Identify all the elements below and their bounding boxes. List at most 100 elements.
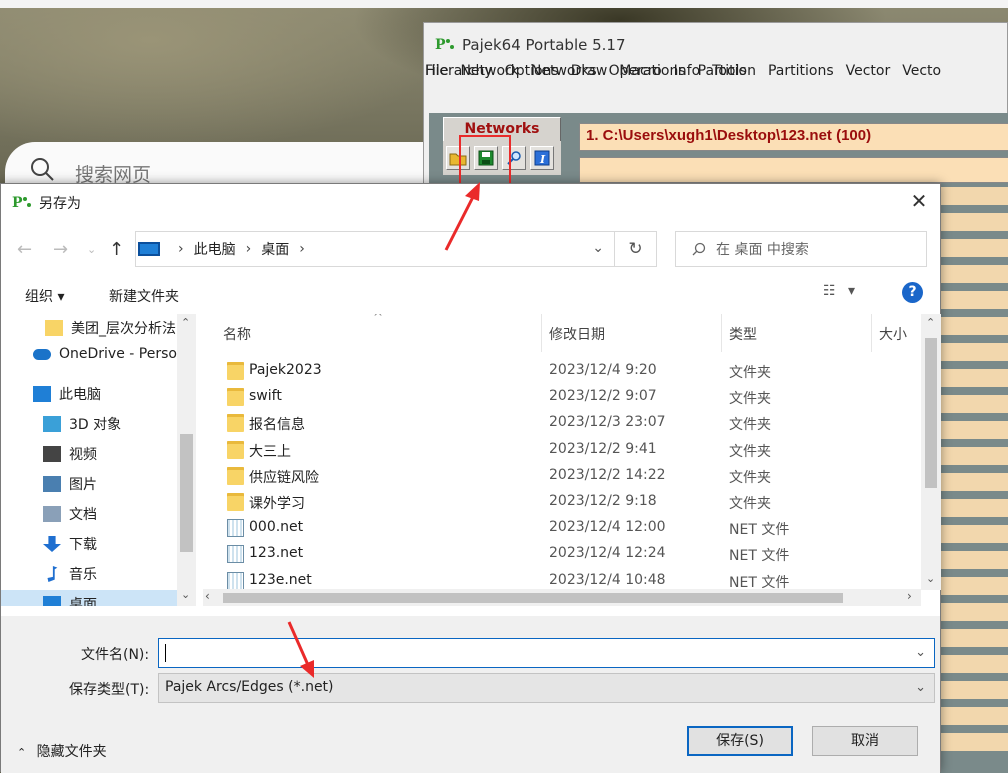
file-row[interactable]: 123.net 2023/12/4 12:24 NET 文件 — [203, 541, 921, 567]
file-modified: 2023/12/4 12:24 — [549, 545, 666, 562]
column-modified[interactable]: 修改日期 — [549, 324, 605, 344]
sidebar-item[interactable]: 桌面 — [1, 590, 177, 606]
filetype-select[interactable]: Pajek Arcs/Edges (*.net) ⌄ — [158, 673, 935, 703]
file-name: 123.net — [249, 545, 304, 562]
scroll-left-icon[interactable]: ‹ — [205, 589, 210, 603]
column-type[interactable]: 类型 — [729, 324, 757, 344]
filename-field[interactable]: ⌄ — [158, 638, 935, 668]
dialog-title: 另存为 — [39, 196, 81, 212]
file-list-hscroll-thumb[interactable] — [223, 593, 843, 603]
search-icon — [692, 242, 706, 256]
chevron-down-icon[interactable]: ⌄ — [592, 240, 604, 256]
file-name: 000.net — [249, 519, 304, 536]
organize-button[interactable]: 组织 ▾ — [25, 286, 64, 306]
sidebar-item[interactable]: 3D 对象 — [1, 410, 177, 438]
sidebar-item-label: 视频 — [69, 447, 97, 463]
file-row[interactable]: 大三上 2023/12/2 9:41 文件夹 — [203, 437, 921, 463]
picture-icon — [43, 476, 61, 492]
forward-arrow-icon[interactable]: → — [53, 239, 68, 260]
sidebar-item[interactable]: 文档 — [1, 500, 177, 528]
file-modified: 2023/12/2 9:07 — [549, 388, 657, 405]
pc-icon — [33, 386, 51, 402]
cancel-button[interactable]: 取消 — [812, 726, 918, 756]
sidebar-item[interactable]: 下载 — [1, 530, 177, 558]
pajek-menu-info[interactable]: Info — [673, 59, 708, 85]
top-edge — [0, 0, 1008, 8]
sidebar-item-label: 桌面 — [69, 597, 97, 606]
pajek-menu-macro[interactable]: Macro — [618, 59, 668, 85]
close-icon[interactable]: ✕ — [908, 191, 930, 213]
hide-folders-toggle[interactable]: ⌃ 隐藏文件夹 — [17, 741, 107, 761]
chevron-down-icon[interactable]: ⌄ — [915, 680, 926, 695]
column-size[interactable]: 大小 — [879, 324, 907, 344]
file-list-vscroll-thumb[interactable] — [925, 338, 937, 488]
pajek-title: Pajek64 Portable 5.17 — [462, 36, 626, 54]
sidebar-item[interactable]: 此电脑 — [1, 380, 177, 408]
network-select-field[interactable]: 1. C:\Users\xugh1\Desktop\123.net (100) — [579, 123, 1008, 151]
sidebar-item[interactable]: 音乐 — [1, 560, 177, 588]
chevron-down-icon[interactable]: ⌄ — [915, 645, 926, 660]
recent-dropdown-icon[interactable]: ⌄ — [87, 243, 96, 256]
file-row[interactable]: 课外学习 2023/12/2 9:18 文件夹 — [203, 489, 921, 515]
svg-text:I: I — [539, 153, 546, 166]
file-row[interactable]: 000.net 2023/12/4 12:00 NET 文件 — [203, 515, 921, 541]
file-name: Pajek2023 — [249, 362, 322, 378]
file-list-vscrollbar[interactable]: ⌃ ⌄ — [921, 314, 941, 590]
sidebar-item-label: 此电脑 — [59, 387, 101, 403]
scroll-down-icon[interactable]: ⌄ — [926, 572, 935, 585]
address-bar[interactable]: › 此电脑 › 桌面 › ⌄ — [135, 231, 615, 267]
svg-text:P: P — [12, 195, 23, 211]
sidebar-item[interactable]: OneDrive - Personal — [1, 340, 177, 368]
file-modified: 2023/12/3 23:07 — [549, 414, 666, 431]
scroll-up-icon[interactable]: ⌃ — [181, 316, 190, 329]
scroll-right-icon[interactable]: › — [907, 589, 912, 603]
save-button[interactable]: 保存(S) — [687, 726, 793, 756]
sidebar-item-label: OneDrive - Personal — [59, 346, 177, 362]
file-row[interactable]: 报名信息 2023/12/3 23:07 文件夹 — [203, 410, 921, 436]
file-modified: 2023/12/2 14:22 — [549, 466, 666, 483]
file-icon — [227, 571, 244, 590]
pajek-logo-icon: P — [12, 195, 31, 211]
pajek-striped-panel — [940, 187, 1008, 757]
scroll-down-icon[interactable]: ⌄ — [181, 588, 190, 601]
help-button[interactable]: ? — [902, 282, 923, 303]
file-modified: 2023/12/2 9:18 — [549, 493, 657, 509]
file-row[interactable]: 供应链风险 2023/12/2 14:22 文件夹 — [203, 463, 921, 489]
sidebar-item[interactable]: 图片 — [1, 470, 177, 498]
sidebar-scrollbar[interactable]: ⌃ ⌄ — [177, 314, 196, 606]
svg-text:P: P — [435, 37, 446, 53]
file-icon — [227, 545, 244, 564]
sidebar-item[interactable]: 视频 — [1, 440, 177, 468]
file-row[interactable]: swift 2023/12/2 9:07 文件夹 — [203, 384, 921, 410]
scroll-up-icon[interactable]: ⌃ — [926, 316, 935, 329]
file-row[interactable]: Pajek2023 2023/12/4 9:20 文件夹 — [203, 358, 921, 384]
sidebar-item-label: 音乐 — [69, 567, 97, 583]
view-options-button[interactable]: ☷ ▾ — [823, 283, 855, 299]
sidebar-scroll-thumb[interactable] — [180, 434, 193, 552]
file-name: 大三上 — [249, 443, 291, 460]
back-arrow-icon[interactable]: ← — [17, 239, 32, 260]
pajek-menu-tools[interactable]: Tools — [711, 59, 754, 85]
pajek-menu-draw[interactable]: Draw — [570, 59, 615, 85]
up-arrow-icon[interactable]: ↑ — [109, 239, 124, 260]
save-as-dialog: P 另存为 ✕ ← → ⌄ ↑ › 此电脑 › 桌面 › ⌄ ↻ 在 桌面 中搜… — [0, 183, 941, 773]
new-folder-button[interactable]: 新建文件夹 — [109, 286, 179, 306]
folder-icon — [45, 320, 63, 336]
sidebar-item[interactable]: 美团_层次分析法 — [1, 314, 177, 342]
network-select-field-2[interactable] — [579, 157, 1008, 183]
refresh-button[interactable]: ↻ — [615, 231, 657, 267]
column-header: ^ 名称 修改日期 类型 大小 — [203, 314, 921, 352]
download-icon — [43, 536, 61, 552]
column-name[interactable]: 名称 — [223, 324, 251, 344]
navigation-pane: 美团_层次分析法 OneDrive - Personal 此电脑 3D 对象视频图片文… — [1, 314, 196, 606]
file-list-hscrollbar[interactable]: ‹ › — [203, 589, 921, 606]
search-input[interactable]: 在 桌面 中搜索 — [675, 231, 927, 267]
pajek-menu-hierarchy[interactable]: Hierarchy — [424, 59, 500, 85]
chevron-up-icon: ⌃ — [17, 746, 27, 759]
file-list: ^ 名称 修改日期 类型 大小 Pajek2023 2023/12/4 9:20 文… — [203, 314, 941, 606]
info-icon[interactable]: I — [530, 146, 554, 170]
breadcrumb-this-pc[interactable]: 此电脑 — [194, 239, 236, 259]
desktop-icon — [43, 596, 61, 606]
pajek-menu-options[interactable]: Options — [504, 59, 566, 85]
breadcrumb-desktop[interactable]: 桌面 — [261, 239, 289, 259]
